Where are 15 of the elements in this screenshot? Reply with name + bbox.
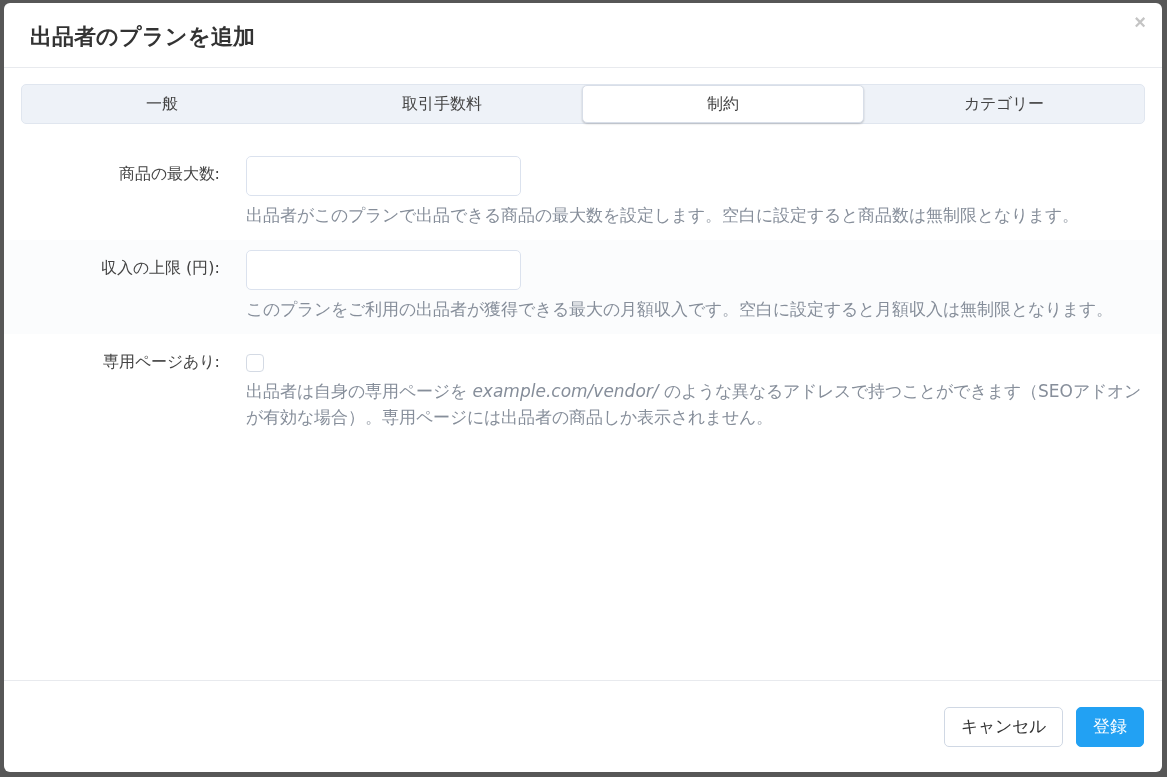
input-field[interactable] (246, 156, 521, 196)
help-text: 出品者がこのプランで出品できる商品の最大数を設定します。空白に設定すると商品数は無制限となります。 (246, 204, 1080, 227)
checkbox[interactable] (246, 354, 264, 372)
dialog-title: 出品者のプランを追加 (30, 23, 255, 51)
field-label: 専用ページあり: (101, 351, 220, 373)
help-text: 出品者は自身の専用ページを example.com/vendor/ のような異なるアドレスで持つことができます（SEOアドオンが有効な場合）。専用ページには出品者の商品しか表示されません。 (246, 380, 1142, 429)
tab[interactable]: カテゴリー (864, 85, 1144, 123)
tab[interactable]: 取引手数料 (302, 85, 582, 123)
field-label: 商品の最大数: (117, 163, 220, 185)
help-text: このプランをご利用の出品者が獲得できる最大の月額収入です。空白に設定すると月額収入は無制限となります。 (246, 298, 1114, 321)
field-label: 収入の上限 (円): (100, 257, 220, 279)
tab[interactable]: 一般 (22, 85, 302, 123)
tab[interactable]: 制約 (582, 85, 864, 123)
cancel-button[interactable]: キャンセル (944, 706, 1063, 747)
input-field[interactable] (246, 250, 521, 290)
